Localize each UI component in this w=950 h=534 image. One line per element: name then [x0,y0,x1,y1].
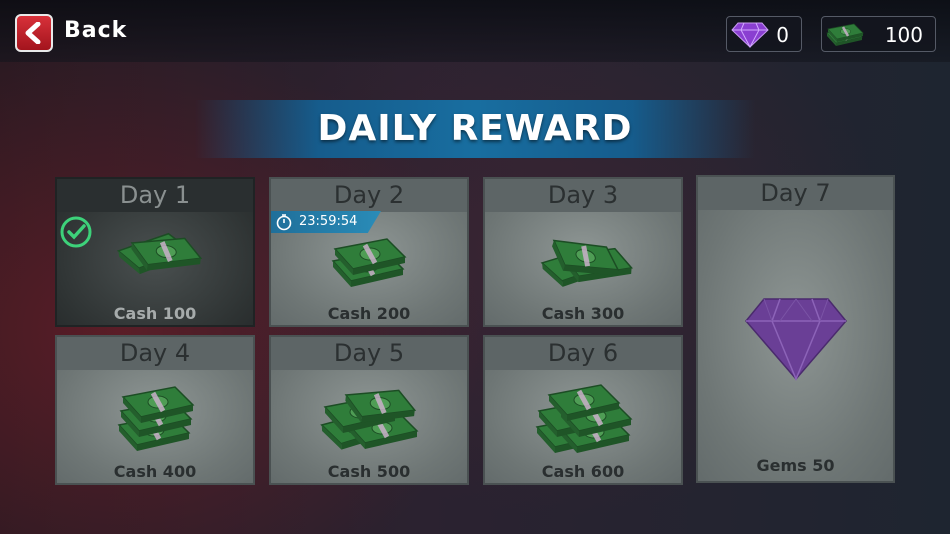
top-bar [0,0,950,62]
reward-card-day-7[interactable]: Day 7 Gems 50 [696,175,895,483]
back-button[interactable] [15,14,53,52]
back-label[interactable]: Back [64,18,127,43]
reward-day-label: Day 7 [698,177,893,210]
reward-day-label: Day 6 [485,337,681,370]
back-arrow-icon [25,22,41,44]
reward-day-label: Day 2 [271,179,467,212]
gem-count: 0 [776,23,789,47]
cash-stack-icon [317,379,421,459]
purple-gem-icon [744,298,847,381]
cash-stack-icon [531,379,635,459]
reward-day-label: Day 4 [57,337,253,370]
countdown-value: 23:59:54 [299,214,358,229]
cash-counter[interactable]: 100 [821,16,936,52]
reward-day-label: Day 5 [271,337,467,370]
purple-gem-icon [731,22,769,48]
reward-day-label: Day 1 [57,179,253,212]
reward-amount: Cash 400 [113,462,197,481]
cash-stack-icon [826,22,864,48]
cash-count: 100 [884,23,923,47]
check-circle-icon [60,216,92,248]
page-title: DAILY REWARD [317,108,633,149]
reward-card-day-6[interactable]: Day 6 Cash 600 [483,335,683,485]
stopwatch-icon [276,214,292,231]
reward-card-day-3[interactable]: Day 3 Cash 300 [483,177,683,327]
reward-amount: Cash 100 [113,304,197,323]
cash-stack-icon [105,381,205,457]
reward-amount: Cash 300 [541,304,625,323]
reward-amount: Cash 500 [327,462,411,481]
reward-amount: Cash 200 [327,304,411,323]
reward-card-day-5[interactable]: Day 5 Cash 500 [269,335,469,485]
cash-stack-icon [321,229,417,293]
reward-amount: Gems 50 [756,456,835,475]
cash-stack-icon [107,227,203,287]
reward-card-day-4[interactable]: Day 4 Cash 400 [55,335,255,485]
reward-amount: Cash 600 [541,462,625,481]
reward-card-day-2[interactable]: Day 2 23:59:54 Cash 200 [269,177,469,327]
reward-card-day-1[interactable]: Day 1 Cash 100 [55,177,255,327]
gem-counter[interactable]: 0 [726,16,802,52]
reward-day-label: Day 3 [485,179,681,212]
cash-stack-icon [533,223,633,293]
